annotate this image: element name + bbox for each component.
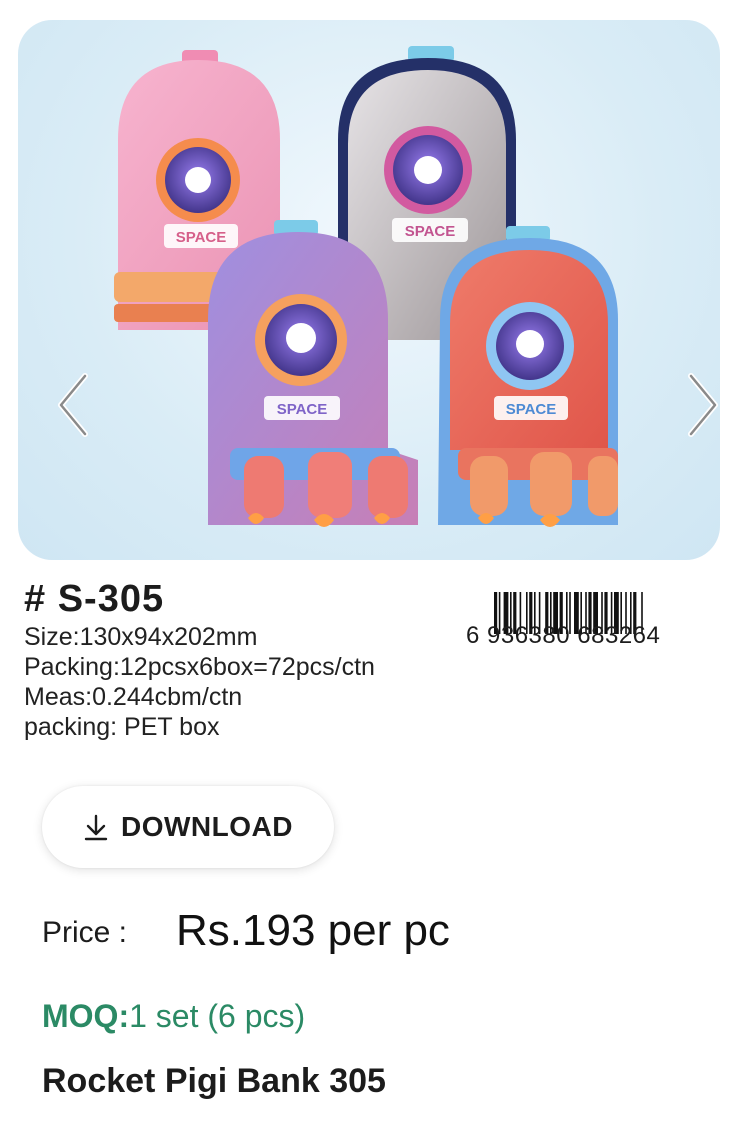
product-packing: Packing:12pcsx6box=72pcs/ctn	[24, 653, 375, 681]
barcode-digits: 6 936380 683264	[466, 622, 661, 649]
carousel-next-button[interactable]	[678, 365, 720, 445]
product-title: Rocket Pigi Bank 305	[42, 1062, 386, 1100]
price-label: Price :	[42, 916, 128, 949]
product-packing-type: packing: PET box	[24, 713, 220, 741]
download-button[interactable]: DOWNLOAD	[42, 786, 334, 868]
chevron-right-icon	[688, 373, 718, 437]
red-rocket-label: SPACE	[506, 401, 557, 418]
product-measurement: Meas:0.244cbm/ctn	[24, 683, 243, 711]
moq-key: MOQ:	[42, 998, 130, 1034]
product-sku: # S-305	[24, 578, 165, 620]
download-label: DOWNLOAD	[121, 811, 293, 842]
moq-value: 1 set (6 pcs)	[129, 998, 306, 1034]
carousel-prev-button[interactable]	[48, 365, 98, 445]
grey-rocket-label: SPACE	[405, 223, 456, 240]
moq: MOQ:1 set (6 pcs)	[42, 998, 305, 1035]
rocket-bank-product-image: SPACE SPACE SPACE SPACE	[114, 46, 618, 527]
pink-rocket-label: SPACE	[176, 229, 227, 246]
product-size: Size:130x94x202mm	[24, 623, 258, 651]
download-arrow-icon	[84, 814, 108, 841]
red-rocket: SPACE	[438, 226, 618, 527]
price-value: Rs.193 per pc	[176, 906, 450, 955]
product-image-carousel[interactable]: SPACE SPACE SPACE SPACE	[18, 20, 720, 560]
chevron-left-icon	[58, 373, 88, 437]
purple-rocket-label: SPACE	[277, 401, 328, 418]
